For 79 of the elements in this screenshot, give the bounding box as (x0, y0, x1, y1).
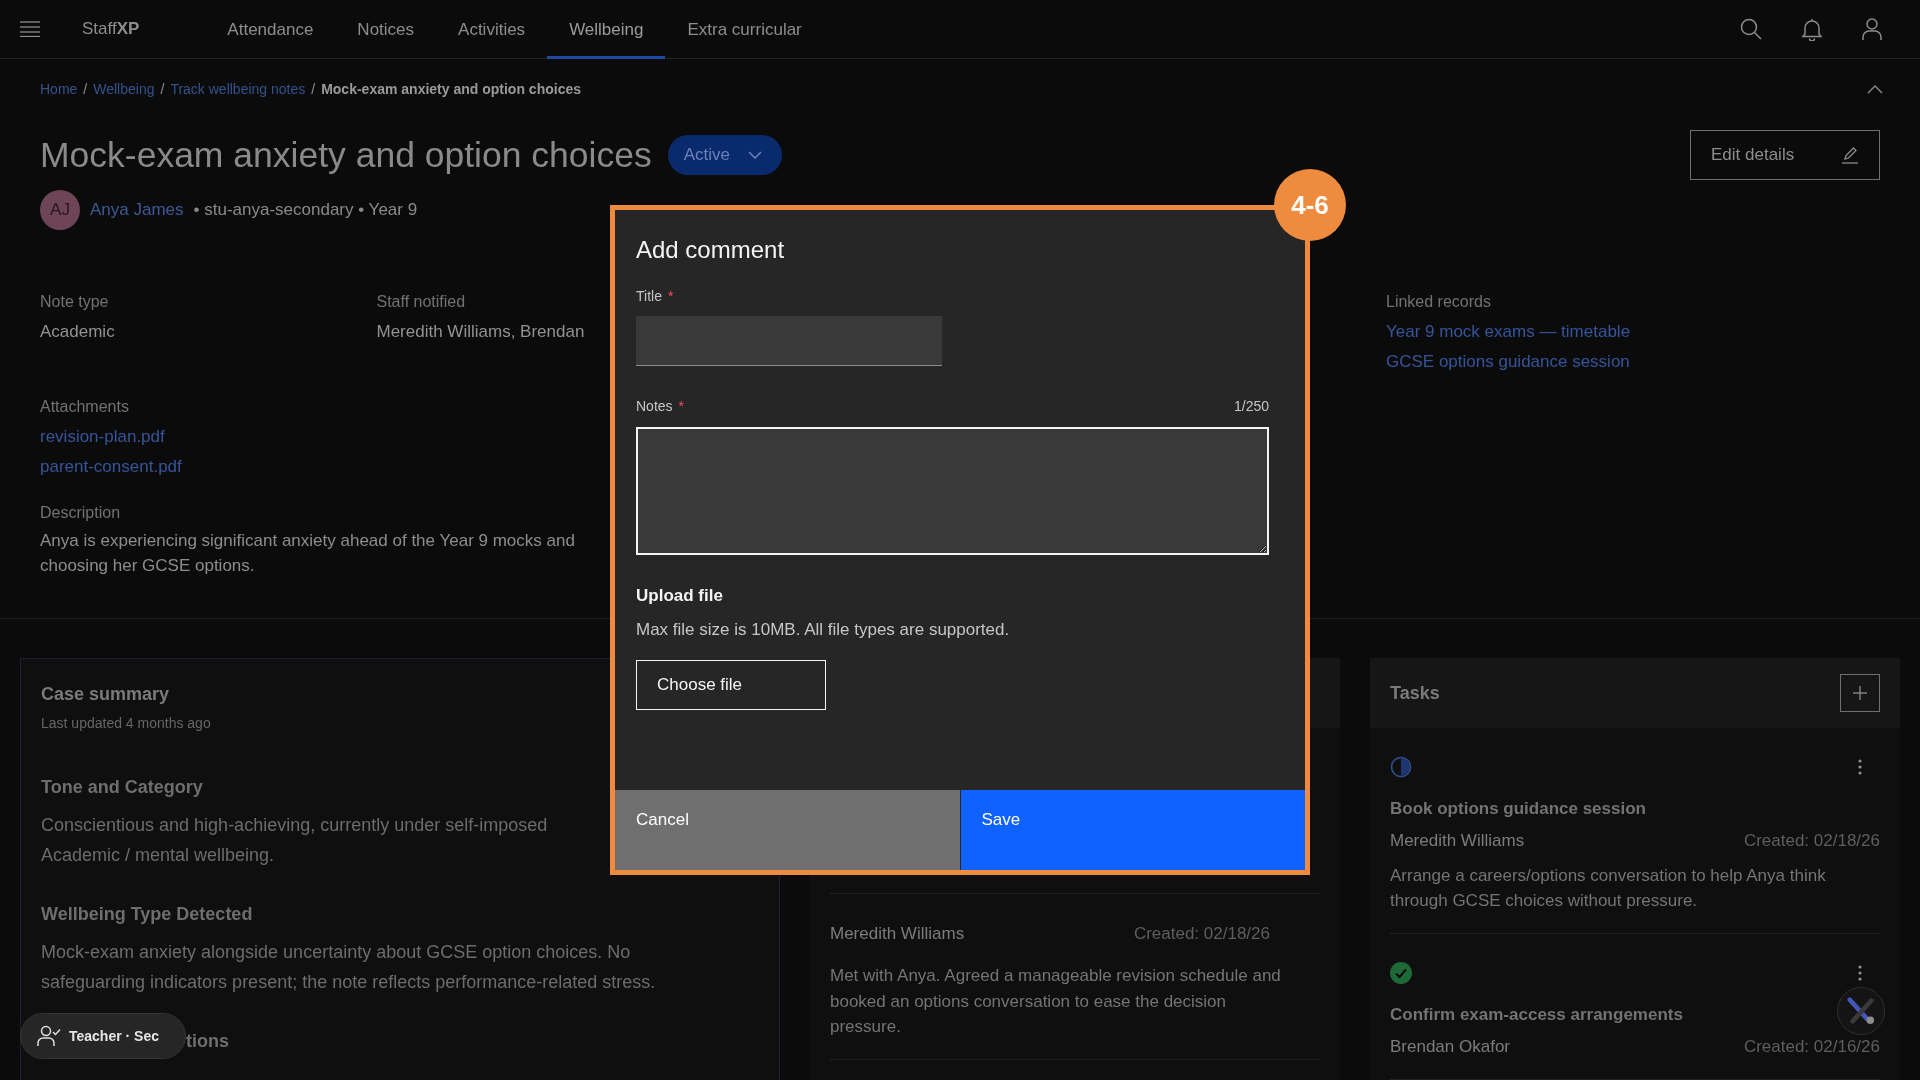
overflow-menu-icon[interactable] (1858, 965, 1862, 981)
menu-icon[interactable] (20, 21, 40, 37)
detail-label: Linked records (1386, 292, 1491, 312)
search-icon[interactable] (1740, 18, 1762, 40)
tasks-title: Tasks (1390, 682, 1440, 704)
annotation-badge: 4-6 (1274, 169, 1346, 241)
title-field[interactable] (636, 316, 942, 366)
description-text: Anya is experiencing significant anxiety ahead of the Year 9 mocks and choosing her GCSE options. (40, 530, 575, 577)
breadcrumb-separator: / (311, 81, 316, 97)
section-heading: Tone and Category (41, 776, 203, 799)
created-date: Created: 02/18/26 (1133, 923, 1270, 945)
attachments-label: Attachments (40, 397, 129, 417)
student-avatar: AJ (40, 190, 80, 230)
choose-file-button[interactable]: Choose file (636, 660, 826, 710)
field-label: Title (636, 287, 662, 305)
breadcrumb-link[interactable]: Wellbeing (93, 81, 155, 97)
nav-tab[interactable]: Notices (335, 0, 437, 59)
last-updated-text: Last updated 4 months ago (41, 714, 211, 733)
nav-tab[interactable]: Activities (436, 0, 548, 59)
status-dropdown[interactable]: Active (667, 135, 782, 175)
student-meta: • stu-anya-secondary • Year 9 (193, 200, 418, 220)
upload-heading: Upload file (636, 585, 723, 607)
linked-record-link[interactable]: GCSE options guidance session (1386, 347, 1630, 377)
nav-tab[interactable]: Attendance (205, 0, 336, 59)
breadcrumb-link[interactable]: Home (40, 81, 78, 97)
detail-label: Staff notified (376, 292, 466, 312)
detail-value: Academic (40, 321, 115, 343)
breadcrumb-separator: / (160, 81, 165, 97)
save-button[interactable]: Save (959, 790, 1305, 870)
created-date: Created: 02/16/26 (1743, 1036, 1880, 1058)
task-title: Book options guidance session (1390, 798, 1646, 820)
cancel-button[interactable]: Cancel (615, 790, 960, 870)
section-text: Conscientious and high-achieving, currently under self-imposed Academic / mental wellbeing. (41, 814, 548, 867)
section-text: Mock-exam anxiety alongside uncertainty about GCSE option choices. No safeguarding indicators present; the note reflects performance-related stress. (41, 941, 656, 994)
cross-logo-icon (1847, 997, 1875, 1025)
created-date: Created: 02/18/26 (1743, 830, 1880, 852)
progress-pie-icon (1390, 756, 1412, 778)
add-task-button[interactable] (1840, 674, 1880, 712)
section-heading: Wellbeing Type Detected (41, 903, 253, 926)
nav-tab[interactable]: Wellbeing (547, 0, 666, 59)
detail-value: Meredith Williams, Brendan (376, 321, 585, 343)
linked-record-link[interactable]: Year 9 mock exams — timetable (1386, 317, 1631, 347)
breadcrumb-separator: / (83, 81, 88, 97)
section-heading: tions (186, 1030, 229, 1053)
pencil-icon (1841, 146, 1859, 164)
attachment-link[interactable]: parent-consent.pdf (40, 452, 182, 482)
detail-label: Note type (40, 292, 109, 312)
comment-author: Meredith Williams (830, 923, 965, 945)
required-mark: * (667, 287, 674, 305)
comment-text: Met with Anya. Agreed a manageable revision schedule and booked an options conversation to ease the decision pressure. (830, 965, 1282, 1038)
check-circle-icon (1390, 962, 1412, 984)
upload-hint: Max file size is 10MB. All file types are supported. (636, 619, 1010, 641)
page-title: Mock-exam anxiety and option choices (40, 134, 652, 176)
nav-tab[interactable]: Extra curricular (665, 0, 824, 59)
role-switcher-button[interactable]: Teacher · Sec (20, 1013, 186, 1059)
case-summary-title: Case summary (41, 683, 170, 706)
task-assignee: Brendan Okafor (1390, 1036, 1510, 1058)
student-link[interactable]: Anya James (90, 200, 184, 220)
chevron-up-icon[interactable] (1867, 84, 1883, 94)
overflow-menu-icon[interactable] (1858, 759, 1862, 775)
required-mark: * (678, 397, 685, 415)
caret-icon (748, 151, 762, 159)
user-check-icon (37, 1025, 61, 1047)
edit-details-button[interactable]: Edit details (1690, 130, 1880, 180)
task-assignee: Meredith Williams (1390, 830, 1525, 852)
plus-icon (1853, 686, 1867, 700)
description-label: Description (40, 503, 121, 523)
attachment-link[interactable]: revision-plan.pdf (40, 422, 165, 452)
notes-field[interactable] (636, 427, 1269, 555)
field-label: Notes (636, 397, 673, 415)
dialog-title: Add comment (636, 235, 785, 265)
task-description: Arrange a careers/options conversation to help Anya think through GCSE choices without pressure. (1390, 865, 1827, 912)
task-title: Confirm exam-access arrangements (1390, 1004, 1683, 1026)
character-counter: 1/250 (1233, 397, 1269, 415)
breadcrumb-current: Mock-exam anxiety and option choices (321, 81, 581, 97)
breadcrumb-link[interactable]: Track wellbeing notes (170, 81, 306, 97)
user-icon[interactable] (1862, 17, 1882, 41)
notifications-icon[interactable] (1801, 17, 1823, 41)
brand-logo[interactable]: StaffXP (82, 19, 140, 39)
